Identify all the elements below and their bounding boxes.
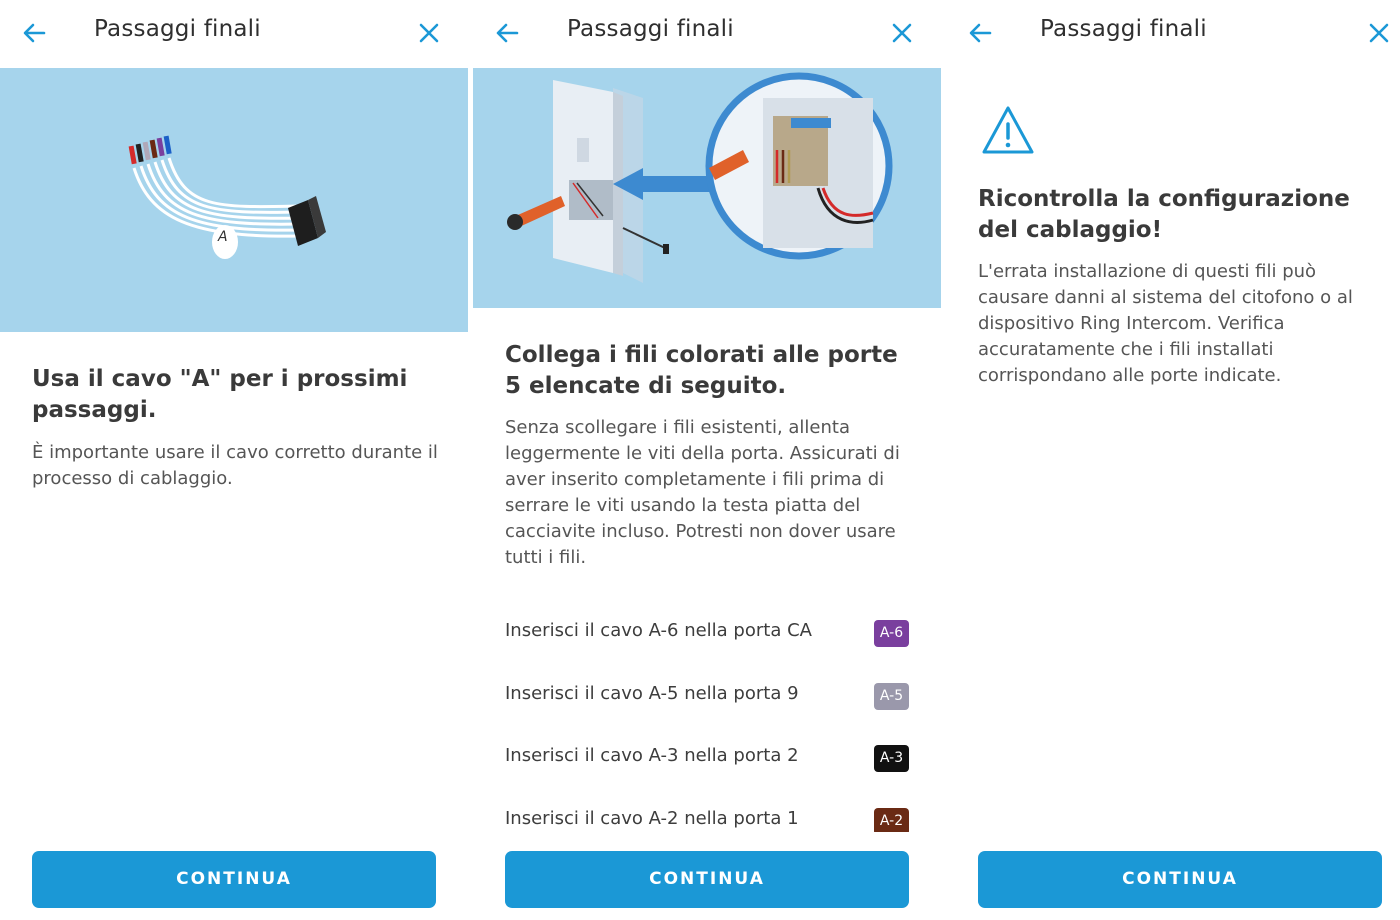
page-title: Passaggi finali (94, 16, 261, 42)
continue-button[interactable]: CONTINUA (978, 851, 1382, 908)
arrow-left-icon[interactable] (493, 18, 523, 48)
list-item: Inserisci il cavo A-3 nella porta 2 A-3 (505, 729, 909, 792)
list-item: Inserisci il cavo A-2 nella porta 1 A-2 (505, 792, 909, 832)
step-description: Senza scollegare i fili esistenti, allen… (505, 417, 900, 568)
step-heading: Usa il cavo "A" per i prossimi passaggi. (32, 366, 408, 423)
step-label: Inserisci il cavo A-6 nella porta CA (505, 620, 812, 641)
screen-double-check: Passaggi finali Ricontrolla la configura… (946, 0, 1400, 920)
header: Passaggi finali (473, 0, 941, 68)
header: Passaggi finali (946, 0, 1400, 68)
close-icon[interactable] (1364, 18, 1394, 48)
cable-illustration: A (0, 68, 468, 332)
wiring-image (507, 72, 893, 283)
step-heading: Collega i fili colorati alle porte 5 ele… (505, 342, 898, 399)
step-label: Inserisci il cavo A-2 nella porta 1 (505, 807, 799, 829)
warning-heading: Ricontrolla la configurazione del cablag… (978, 186, 1350, 243)
wire-badge: A-2 (874, 807, 909, 832)
wire-badge: A-3 (874, 745, 909, 772)
screen-connect-wires: Passaggi finali Collega i fili colorati … (473, 0, 941, 920)
warning-triangle-icon (982, 106, 1034, 154)
warning-description: L'errata installazione di questi fili pu… (978, 261, 1353, 386)
wire-badge: A-6 (874, 620, 909, 647)
list-item: Inserisci il cavo A-5 nella porta 9 A-5 (505, 667, 909, 730)
continue-button[interactable]: CONTINUA (32, 851, 436, 908)
wiring-illustration (473, 68, 941, 308)
cable-letter: A (218, 229, 228, 245)
page-title: Passaggi finali (1040, 16, 1207, 42)
wire-step-list: Inserisci il cavo A-6 nella porta CA A-6… (505, 604, 909, 832)
step-label: Inserisci il cavo A-3 nella porta 2 (505, 745, 799, 766)
page-title: Passaggi finali (567, 16, 734, 42)
header: Passaggi finali (0, 0, 468, 68)
cable-a-image (128, 135, 326, 259)
close-icon[interactable] (887, 18, 917, 48)
arrow-left-icon[interactable] (20, 18, 50, 48)
arrow-left-icon[interactable] (966, 18, 996, 48)
continue-button[interactable]: CONTINUA (505, 851, 909, 908)
step-description: È importante usare il cavo corretto dura… (32, 442, 438, 489)
screen-cable-a: Passaggi finali A Usa il cavo "A" per i … (0, 0, 468, 920)
close-icon[interactable] (414, 18, 444, 48)
list-item: Inserisci il cavo A-6 nella porta CA A-6 (505, 604, 909, 667)
wire-badge: A-5 (874, 682, 909, 710)
step-label: Inserisci il cavo A-5 nella porta 9 (505, 682, 799, 704)
